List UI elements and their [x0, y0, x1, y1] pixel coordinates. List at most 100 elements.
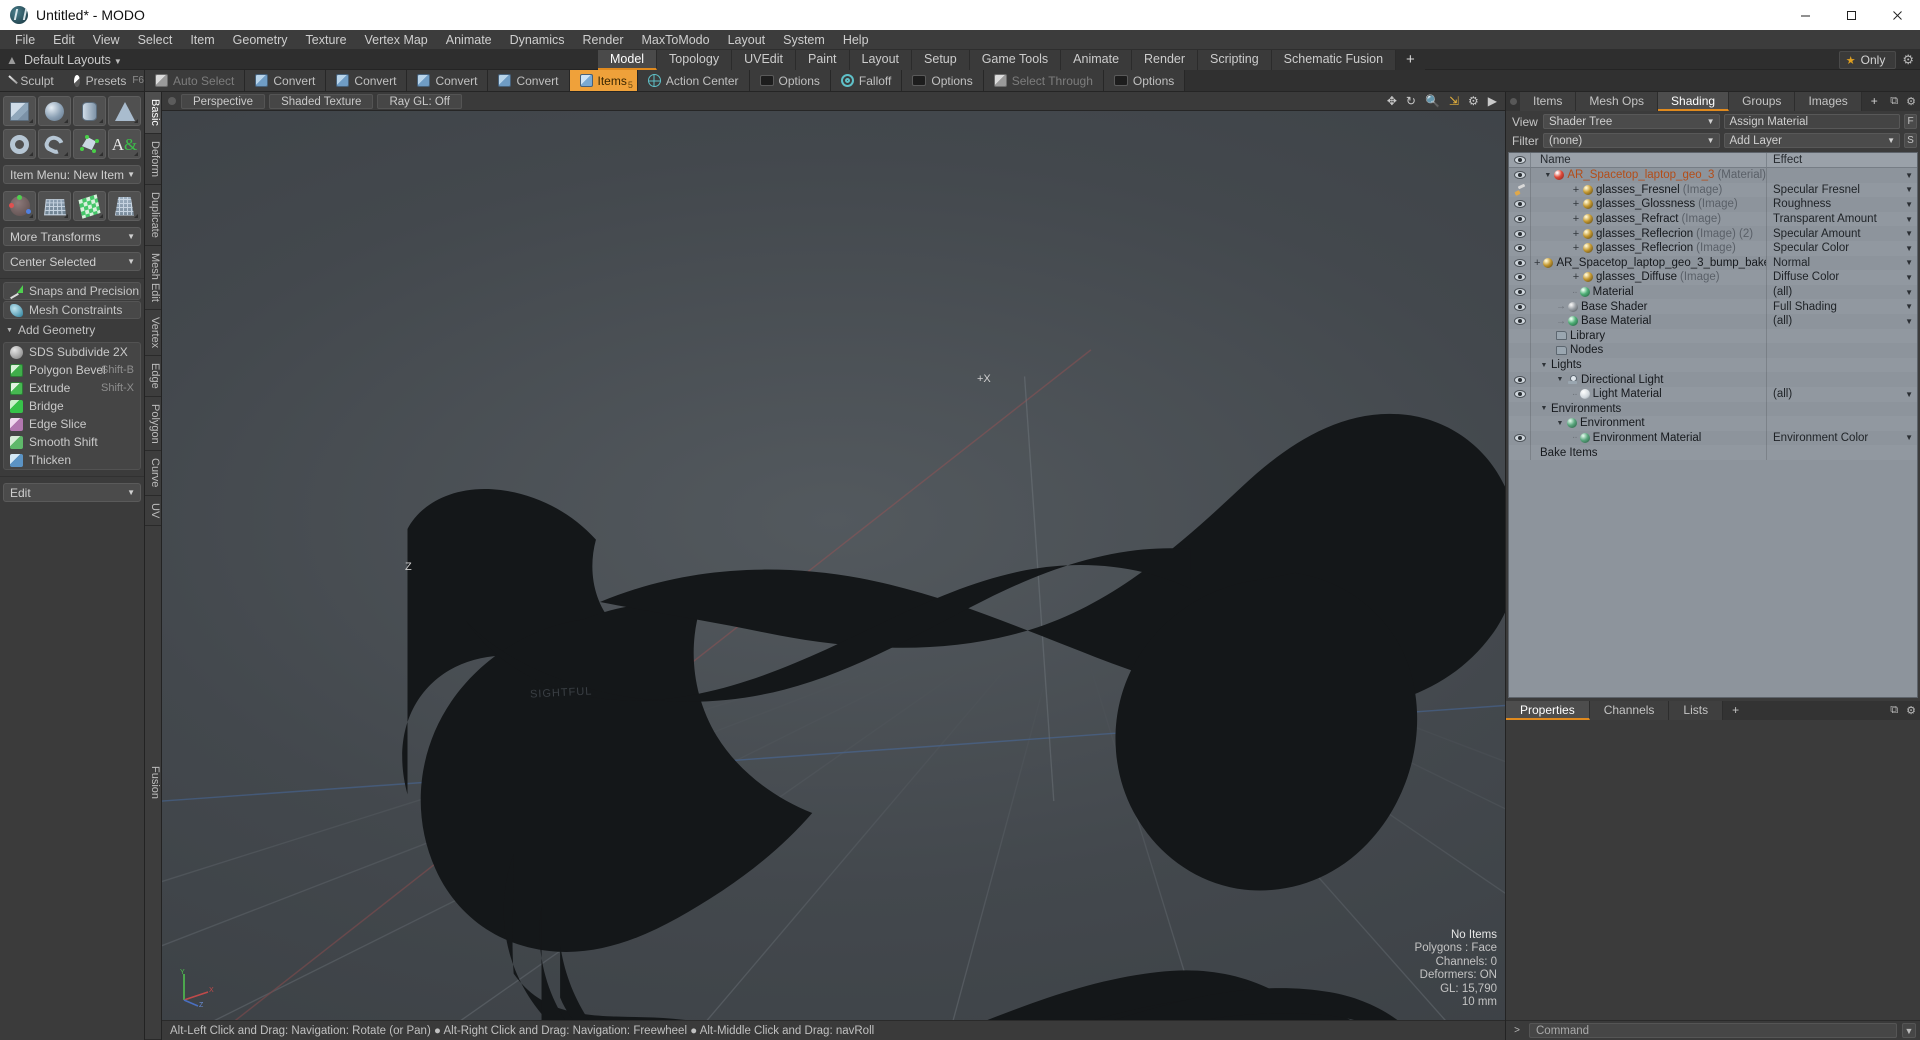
shader-tree-row-name[interactable]: ▼ Environments [1531, 401, 1767, 417]
menu-render[interactable]: Render [574, 30, 633, 50]
shader-tree-row-effect[interactable]: (all) ▼ [1767, 314, 1917, 329]
shader-tree-row-name[interactable]: ·· Environment Material [1531, 430, 1767, 446]
tool-extrude[interactable]: Extrude Shift-X [4, 379, 140, 397]
gear-icon[interactable]: ⚙ [1468, 95, 1479, 107]
chevron-down-icon[interactable]: ▼ [1905, 200, 1913, 209]
shader-tree-row-name[interactable]: ·· Material [1531, 284, 1767, 300]
tool-options-1[interactable]: Options [749, 70, 831, 91]
shader-tree-row[interactable]: Bake Items [1509, 445, 1917, 460]
tool-edge-slice[interactable]: Edge Slice [4, 415, 140, 433]
shader-tree-row[interactable]: Nodes [1509, 343, 1917, 358]
shader-tree-row-name[interactable]: + glasses_Glossness (Image) [1531, 197, 1767, 212]
tool-polygon-bevel[interactable]: Polygon Bevel Shift-B [4, 361, 140, 379]
menu-animate[interactable]: Animate [437, 30, 501, 50]
chevron-down-icon[interactable]: ▼ [1905, 302, 1913, 311]
chevron-down-icon[interactable]: ▼ [1905, 390, 1913, 399]
shader-tree-row[interactable]: + glasses_Reflecrion (Image) (2) Specular A… [1509, 226, 1917, 241]
shader-tree-row[interactable]: → Base Shader Full Shading ▼ [1509, 299, 1917, 314]
add-geometry-section-header[interactable]: ▼ Add Geometry [0, 320, 144, 340]
expand-plus-icon[interactable]: + [1572, 184, 1580, 196]
eye-icon[interactable] [1509, 386, 1531, 402]
tab-images[interactable]: Images [1795, 92, 1862, 111]
shader-tree-row-name[interactable]: ▼ AR_Spacetop_laptop_geo_3 (Material) [1531, 168, 1767, 183]
panel-menu-dot-icon[interactable] [1506, 92, 1520, 111]
tool-convert-4[interactable]: Convert [488, 70, 570, 91]
polygon-primitive-button[interactable] [73, 129, 106, 159]
maximize-icon[interactable] [1828, 0, 1874, 30]
eye-icon[interactable] [1509, 430, 1531, 446]
eye-icon[interactable] [1509, 372, 1531, 387]
eye-icon[interactable] [1509, 270, 1531, 285]
rotate-icon[interactable]: ↻ [1406, 95, 1416, 107]
menu-view[interactable]: View [84, 30, 129, 50]
menu-item[interactable]: Item [181, 30, 223, 50]
chevron-down-icon[interactable]: ▼ [1540, 405, 1548, 412]
chevron-down-icon[interactable]: ▼ [1556, 420, 1564, 427]
shader-tree-row[interactable]: ▼ Environment [1509, 416, 1917, 431]
spiral-primitive-button[interactable] [38, 129, 71, 159]
expand-plus-icon[interactable]: + [1572, 228, 1580, 240]
expand-plus-icon[interactable]: + [1572, 271, 1580, 283]
default-layouts-dropdown[interactable]: Default Layouts ▼ [24, 53, 126, 67]
tab-shading[interactable]: Shading [1658, 92, 1730, 111]
chevron-right-icon[interactable]: ▶ [1488, 95, 1497, 107]
cube-primitive-button[interactable] [3, 96, 36, 126]
tool-convert-2[interactable]: Convert [326, 70, 408, 91]
tool-sds-subdivide[interactable]: SDS Subdivide 2X [4, 343, 140, 361]
eye-icon[interactable] [1509, 240, 1531, 256]
vtab-fusion[interactable]: Fusion [145, 526, 161, 1040]
tab-groups[interactable]: Groups [1729, 92, 1796, 111]
brush-icon[interactable] [1509, 182, 1531, 198]
tool-convert-3[interactable]: Convert [407, 70, 489, 91]
expand-plus-icon[interactable]: + [1572, 242, 1580, 254]
shader-tree-row-name[interactable]: + glasses_Fresnel (Image) [1531, 182, 1767, 198]
view-dropdown[interactable]: Shader Tree ▼ [1543, 114, 1720, 129]
tool-select-through[interactable]: Select Through [983, 70, 1104, 91]
add-properties-tab-button[interactable]: + [1723, 701, 1749, 720]
expand-plus-icon[interactable]: + [1572, 213, 1580, 225]
shader-tree-row[interactable]: ▼ AR_Spacetop_laptop_geo_3 (Material) ▼ [1509, 168, 1917, 183]
chevron-down-icon[interactable]: ▼ [1905, 171, 1913, 180]
chevron-down-icon[interactable]: ▼ [1544, 172, 1551, 179]
chevron-down-icon[interactable]: ▼ [1905, 215, 1913, 224]
shader-tree-row-name[interactable]: → Base Material [1531, 313, 1767, 329]
shader-tree-row-effect[interactable]: (all) ▼ [1767, 387, 1917, 402]
menu-texture[interactable]: Texture [297, 30, 356, 50]
layout-tab-game-tools[interactable]: Game Tools [969, 50, 1062, 70]
center-selected-dropdown[interactable]: Center Selected ▼ [3, 252, 141, 271]
gear-icon[interactable]: ⚙ [1906, 95, 1916, 108]
layout-tab-layout[interactable]: Layout [849, 50, 913, 70]
shader-tree-row-effect[interactable]: Full Shading ▼ [1767, 299, 1917, 314]
menu-dynamics[interactable]: Dynamics [501, 30, 574, 50]
eye-icon[interactable] [1509, 284, 1531, 300]
shader-tree-row-effect[interactable]: (all) ▼ [1767, 285, 1917, 300]
filter-dropdown[interactable]: (none) ▼ [1543, 133, 1720, 148]
shader-tree-row-effect[interactable]: Diffuse Color ▼ [1767, 270, 1917, 285]
presets-label[interactable]: Presets [86, 74, 127, 88]
tab-lists[interactable]: Lists [1669, 701, 1724, 720]
shader-tree-row-name[interactable]: +AR_Spacetop_laptop_geo_3_bump_baked(... [1531, 255, 1767, 271]
minimize-icon[interactable] [1782, 0, 1828, 30]
shear-tool-button[interactable] [73, 191, 106, 221]
eye-icon[interactable] [1509, 226, 1531, 241]
tool-falloff[interactable]: Falloff [830, 70, 903, 91]
cone-primitive-button[interactable] [108, 96, 141, 126]
vtab-duplicate[interactable]: Duplicate [145, 184, 161, 246]
item-menu-dropdown[interactable]: Item Menu: New Item ▼ [3, 165, 141, 184]
popout-icon[interactable]: ⧉ [1890, 95, 1898, 108]
menu-maxtomodo[interactable]: MaxToModo [633, 30, 719, 50]
shader-tree-row-effect[interactable]: Normal ▼ [1767, 256, 1917, 271]
shader-tree-row-name[interactable]: ▼ Lights [1531, 357, 1767, 373]
tool-action-center[interactable]: Action Center [637, 70, 750, 91]
shader-tree-row[interactable]: +AR_Spacetop_laptop_geo_3_bump_baked(...… [1509, 255, 1917, 271]
tab-mesh-ops[interactable]: Mesh Ops [1576, 92, 1659, 111]
sphere-primitive-button[interactable] [38, 96, 71, 126]
eye-icon[interactable] [1509, 168, 1531, 183]
add-panel-tab-button[interactable]: + [1861, 92, 1887, 111]
layout-tab-schematic-fusion[interactable]: Schematic Fusion [1271, 50, 1397, 70]
chevron-down-icon[interactable]: ▼ [1905, 433, 1913, 442]
shader-tree-row-effect[interactable]: Specular Fresnel ▼ [1767, 183, 1917, 198]
shader-tree-row[interactable]: ▼ Environments [1509, 401, 1917, 417]
only-button[interactable]: ★ Only [1838, 51, 1897, 69]
menu-layout[interactable]: Layout [719, 30, 775, 50]
